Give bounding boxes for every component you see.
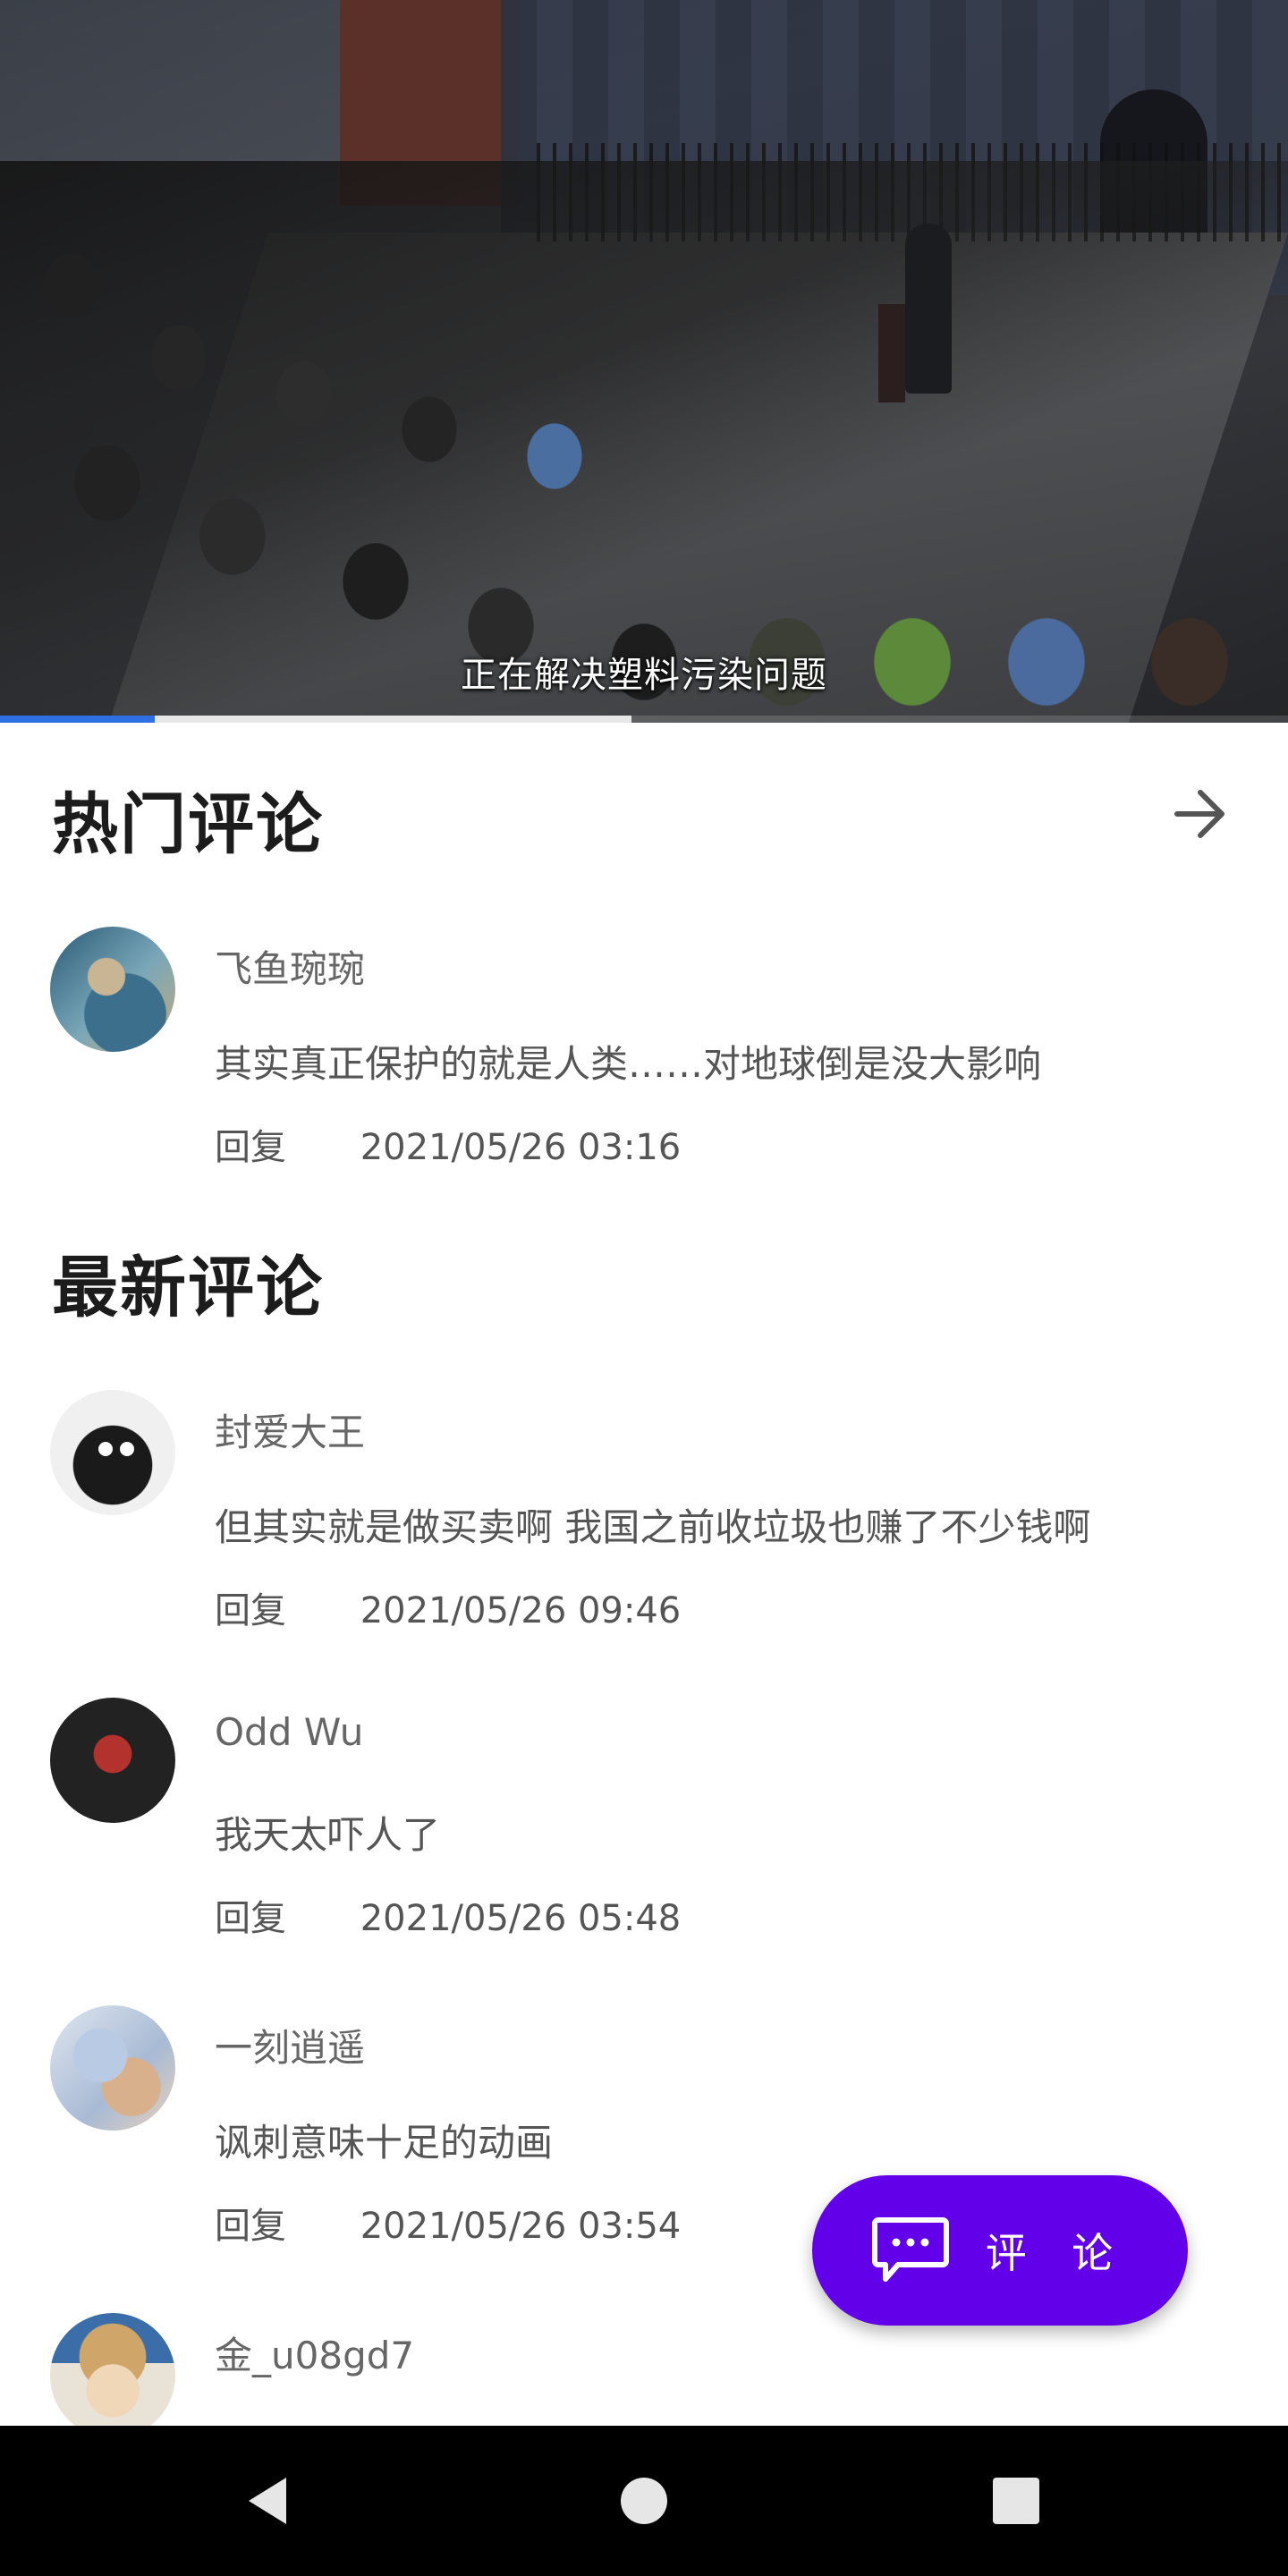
comment-icon: [871, 2217, 949, 2282]
comment-meta: 回复 2021/05/26 05:48: [215, 1889, 681, 1941]
comment-fab-label: 评 论: [985, 2229, 1130, 2277]
speaker-figure: [905, 224, 952, 394]
system-nav-bar: [0, 2426, 1288, 2576]
video-progress-bar[interactable]: [0, 716, 1288, 723]
avatar-eye: [120, 1442, 134, 1456]
back-icon[interactable]: [240, 2472, 297, 2529]
avatar-eye: [98, 1442, 113, 1456]
comment-timestamp: 2021/05/26 03:54: [360, 2206, 682, 2247]
avatar[interactable]: [50, 1698, 175, 1823]
avatar[interactable]: [50, 2005, 175, 2131]
comment-text: 其实真正保护的就是人类……对地球倒是没大影响: [215, 1042, 1042, 1086]
comment-username[interactable]: 飞鱼琬琬: [215, 939, 365, 994]
comment-username[interactable]: 一刻逍遥: [215, 2018, 365, 2072]
comment-meta: 回复 2021/05/26 09:46: [215, 1581, 681, 1633]
comment-timestamp: 2021/05/26 09:46: [360, 1590, 682, 1631]
latest-comments-title: 最新评论: [52, 1250, 324, 1326]
podium: [878, 304, 905, 402]
recents-icon[interactable]: [987, 2472, 1045, 2529]
comment-text: 讽刺意味十足的动画: [215, 2121, 554, 2165]
photographer-crowd: [0, 161, 1288, 723]
avatar[interactable]: [50, 2313, 175, 2438]
comment-username[interactable]: 金_u08gd7: [215, 2326, 414, 2380]
avatar[interactable]: [50, 927, 175, 1052]
arrow-right-icon[interactable]: [1168, 782, 1233, 846]
comment-timestamp: 2021/05/26 03:16: [360, 1127, 682, 1168]
reply-button[interactable]: 回复: [215, 1581, 286, 1633]
comment-meta: 回复 2021/05/26 03:54: [215, 2197, 681, 2249]
reply-button[interactable]: 回复: [215, 2197, 286, 2249]
comment-text: 我天太吓人了: [215, 1813, 441, 1857]
comment-text: 但其实就是做买卖啊 我国之前收垃圾也赚了不少钱啊: [215, 1505, 1091, 1549]
reply-button[interactable]: 回复: [215, 1889, 286, 1941]
comment-meta: 回复 2021/05/26 03:16: [215, 1118, 681, 1170]
reply-button[interactable]: 回复: [215, 1118, 286, 1170]
comment-timestamp: 2021/05/26 05:48: [360, 1898, 682, 1939]
video-played-fill: [0, 716, 155, 723]
comment-username[interactable]: Odd Wu: [215, 1710, 363, 1754]
comment-fab-button[interactable]: 评 论: [812, 2175, 1188, 2326]
comment-username[interactable]: 封爱大王: [215, 1402, 365, 1457]
home-icon[interactable]: [615, 2472, 673, 2529]
hot-comments-title: 热门评论: [52, 786, 324, 863]
video-subtitle: 正在解决塑料污染问题: [461, 655, 827, 696]
video-player[interactable]: 正在解决塑料污染问题: [0, 0, 1288, 723]
avatar[interactable]: [50, 1390, 175, 1515]
